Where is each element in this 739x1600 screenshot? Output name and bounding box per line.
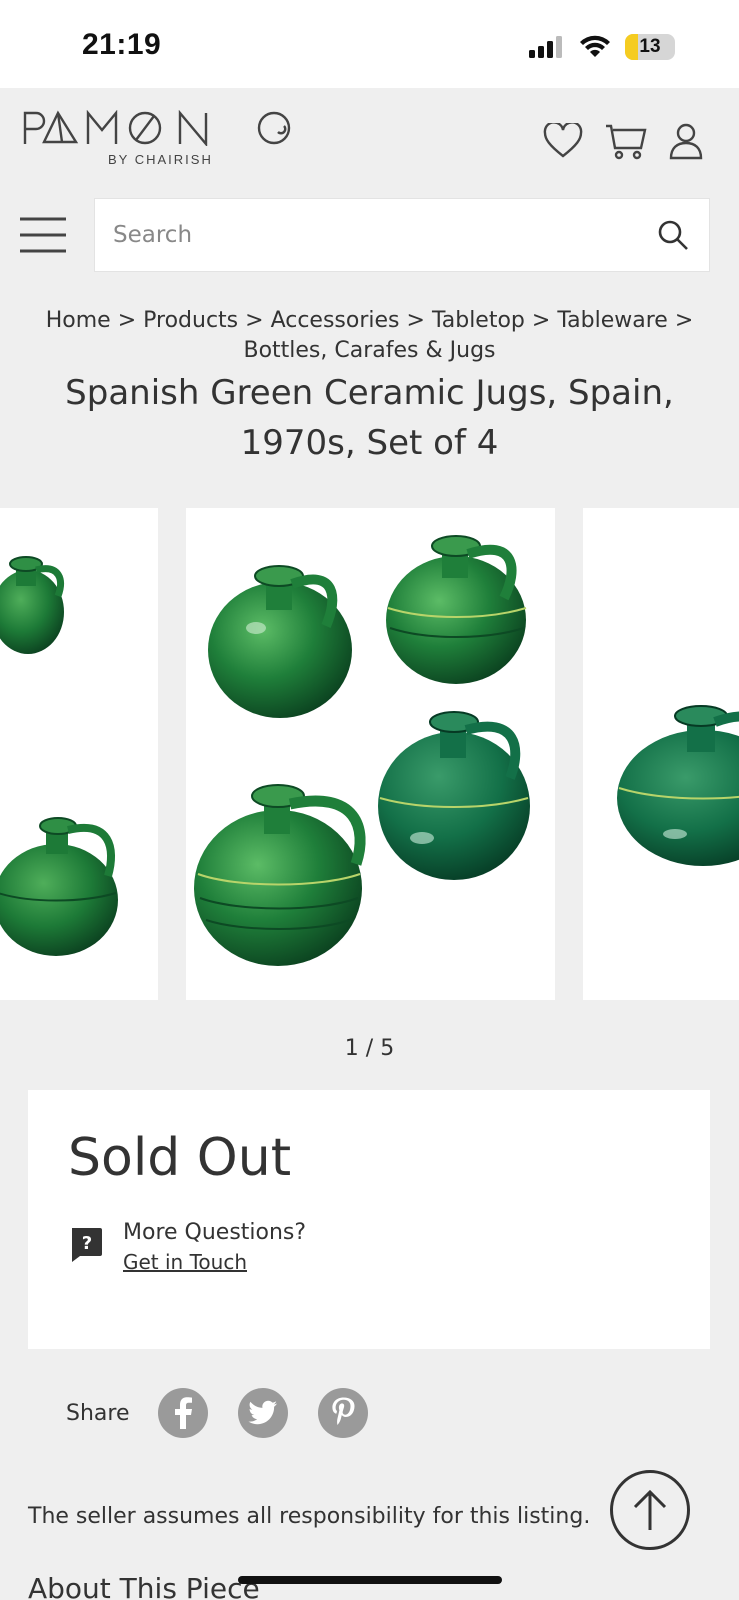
get-in-touch-link[interactable]: Get in Touch [123, 1250, 247, 1274]
product-image-carousel[interactable] [0, 508, 739, 1000]
scroll-to-top-button[interactable] [610, 1470, 690, 1550]
share-row: Share [66, 1388, 398, 1438]
breadcrumb-tableware[interactable]: Tableware [557, 308, 667, 333]
breadcrumb-tabletop[interactable]: Tabletop [432, 308, 525, 333]
carousel-slide-previous[interactable] [0, 508, 158, 1000]
breadcrumb-accessories[interactable]: Accessories [271, 308, 400, 333]
breadcrumb-separator: > [117, 308, 137, 333]
battery-indicator: 13 [625, 34, 675, 60]
account-user-icon[interactable] [669, 122, 703, 160]
search-box [94, 198, 710, 272]
seller-disclaimer: The seller assumes all responsibility fo… [28, 1504, 591, 1529]
twitter-share-button[interactable] [237, 1388, 288, 1438]
breadcrumb: Home > Products > Accessories > Tabletop… [20, 306, 719, 366]
wifi-icon [580, 35, 610, 57]
logo-byline: BY CHAIRISH [108, 152, 213, 167]
green-jugs-photo [194, 535, 530, 966]
svg-text:?: ? [82, 1233, 92, 1254]
breadcrumb-bottles-carafes-jugs[interactable]: Bottles, Carafes & Jugs [243, 338, 495, 363]
pinterest-share-button[interactable] [317, 1388, 368, 1438]
home-indicator[interactable] [238, 1576, 502, 1584]
breadcrumb-products[interactable]: Products [143, 308, 238, 333]
arrow-up-icon [633, 1489, 667, 1530]
status-icons: 13 [529, 34, 675, 60]
carousel-pager: 1 / 5 [344, 1036, 395, 1061]
breadcrumb-separator: > [674, 308, 694, 333]
breadcrumb-home[interactable]: Home [46, 308, 111, 333]
hamburger-menu-icon[interactable] [20, 216, 66, 254]
more-questions-label: More Questions? [123, 1220, 307, 1245]
status-bar: 21:19 13 [0, 0, 739, 88]
status-time: 21:19 [82, 28, 162, 61]
breadcrumb-separator: > [531, 308, 551, 333]
battery-level: 13 [639, 36, 661, 57]
breadcrumb-separator: > [406, 308, 425, 333]
search-icon[interactable] [657, 219, 689, 251]
question-help-icon: ? [72, 1228, 102, 1262]
facebook-share-button[interactable] [157, 1388, 208, 1438]
facebook-icon [174, 1397, 192, 1429]
cart-icon[interactable] [605, 122, 647, 160]
carousel-slide-current[interactable] [186, 508, 555, 1000]
pinterest-icon [331, 1397, 354, 1425]
twitter-bird-icon [247, 1400, 277, 1425]
carousel-slide-next[interactable] [583, 508, 739, 1000]
about-this-piece-heading: About This Piece [28, 1572, 260, 1600]
wishlist-heart-icon[interactable] [543, 123, 583, 159]
availability-card: Sold Out ? More Questions? Get in Touch [28, 1090, 710, 1349]
search-input[interactable] [113, 199, 633, 271]
sold-out-status: Sold Out [68, 1128, 292, 1188]
breadcrumb-separator: > [245, 308, 264, 333]
cellular-signal-icon [529, 36, 562, 58]
pamono-wordmark-icon [23, 109, 291, 148]
green-jugs-photo [617, 705, 739, 866]
share-label: Share [66, 1400, 130, 1426]
pamono-logo[interactable]: BY CHAIRISH [22, 109, 294, 167]
site-header: BY CHAIRISH [0, 88, 739, 188]
header-actions [543, 122, 703, 160]
product-title: Spanish Green Ceramic Jugs, Spain, 1970s… [65, 373, 674, 463]
green-jugs-photo [0, 556, 118, 956]
